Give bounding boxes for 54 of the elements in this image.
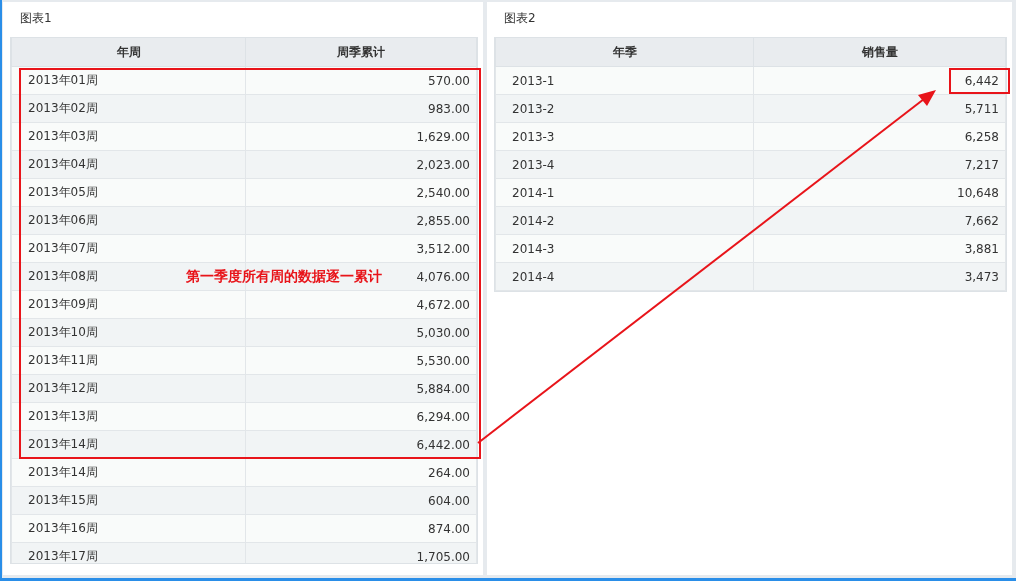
table-cell: 10,648 [753,178,1006,207]
table-cell: 2,855.00 [245,206,477,235]
column-header: 周季累计 [245,37,477,67]
table-cell: 2014-4 [495,262,754,291]
table-cell: 7,662 [753,206,1006,235]
table-cell: 2013-4 [495,150,754,179]
table-cell: 3,473 [753,262,1006,291]
table-cell: 2013-2 [495,94,754,123]
table-cell: 2013年17周 [11,542,246,563]
table-cell: 2013-1 [495,66,754,95]
column-header: 年季 [495,37,754,67]
table-cell: 2013年02周 [11,94,246,123]
table-cell: 1,629.00 [245,122,477,151]
table-cell: 5,530.00 [245,346,477,375]
annotation-label: 第一季度所有周的数据逐一累计 [186,268,382,286]
table-cell: 2013年05周 [11,178,246,207]
table-cell: 2013年12周 [11,374,246,403]
table-cell: 2,023.00 [245,150,477,179]
table-cell: 3,512.00 [245,234,477,263]
table-cell: 6,294.00 [245,402,477,431]
table-cell: 2013年10周 [11,318,246,347]
table-cell: 2013年07周 [11,234,246,263]
panel-title: 图表1 [19,10,53,27]
table-cell: 5,711 [753,94,1006,123]
table-cell: 2013年06周 [11,206,246,235]
table-cell: 604.00 [245,486,477,515]
column-header: 销售量 [753,37,1006,67]
table-cell: 2013年14周 [11,458,246,487]
table-cell: 3,881 [753,234,1006,263]
panel-title: 图表2 [503,10,537,27]
table-cell: 5,884.00 [245,374,477,403]
column-header: 年周 [11,37,246,67]
table-cell: 874.00 [245,514,477,543]
table-cell: 264.00 [245,458,477,487]
table-cell: 2014-1 [495,178,754,207]
table-cell: 6,258 [753,122,1006,151]
table-cell: 2013-3 [495,122,754,151]
table-cell: 2014-3 [495,234,754,263]
table-cell: 2013年11周 [11,346,246,375]
table-cell: 6,442.00 [245,430,477,459]
table-cell: 4,672.00 [245,290,477,319]
table-cell: 2014-2 [495,206,754,235]
table-cell: 2013年04周 [11,150,246,179]
table-cell: 2,540.00 [245,178,477,207]
highlight-frame [949,68,1010,94]
table-cell: 5,030.00 [245,318,477,347]
table-cell: 2013年16周 [11,514,246,543]
table-cell: 7,217 [753,150,1006,179]
table-cell: 2013年14周 [11,430,246,459]
table-cell: 2013年03周 [11,122,246,151]
table-cell: 2013年15周 [11,486,246,515]
table-cell: 2013年09周 [11,290,246,319]
table-cell: 2013年13周 [11,402,246,431]
table-cell: 983.00 [245,94,477,123]
